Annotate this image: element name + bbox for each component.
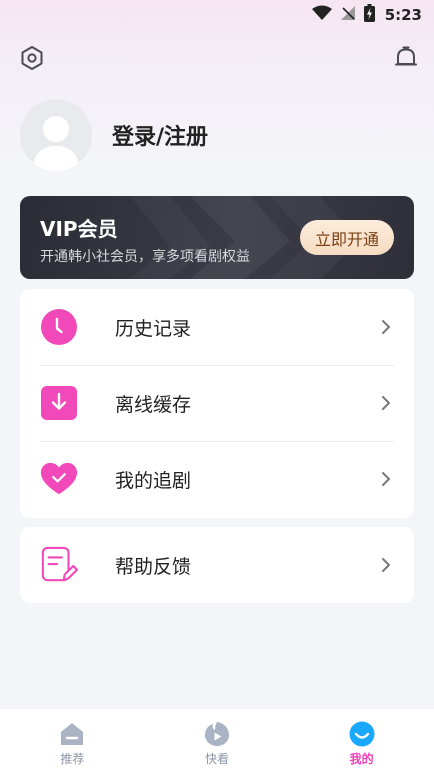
tab-mine[interactable]: 我的: [289, 709, 434, 773]
chevron-right-icon: [382, 396, 390, 410]
menu-item-label: 离线缓存: [115, 393, 192, 416]
tab-label: 快看: [205, 752, 230, 766]
bottom-tab-bar: 推荐 快看 我的: [0, 709, 434, 773]
vip-description: 开通韩小社会员，享多项看剧权益: [40, 249, 250, 265]
feedback-icon: [40, 546, 78, 584]
heart-icon: [40, 460, 78, 498]
vip-banner[interactable]: VIP会员 开通韩小社会员，享多项看剧权益 立即开通: [20, 196, 414, 279]
default-avatar-icon: [32, 116, 80, 171]
menu-item-history[interactable]: 历史记录: [20, 289, 414, 365]
avatar[interactable]: [20, 99, 92, 171]
play-icon: [204, 721, 230, 747]
chevron-right-icon: [382, 320, 390, 334]
clock-time: 5:23: [384, 6, 422, 24]
home-icon: [59, 721, 85, 747]
status-bar: 5:23: [0, 0, 434, 30]
menu-item-help-feedback[interactable]: 帮助反馈: [20, 527, 414, 603]
menu-item-label: 我的追剧: [115, 469, 192, 492]
profile-header[interactable]: 登录/注册: [20, 98, 208, 172]
menu-card: 历史记录 离线缓存 我的追剧: [20, 289, 414, 518]
notification-button[interactable]: [392, 46, 420, 74]
login-register-link[interactable]: 登录/注册: [112, 119, 208, 151]
vip-open-button[interactable]: 立即开通: [299, 220, 394, 255]
bell-icon: [393, 45, 419, 75]
clock-icon: [40, 308, 78, 346]
tab-label: 我的: [349, 752, 374, 766]
settings-hexagon-icon: [19, 45, 45, 75]
signal-off-icon: [340, 5, 356, 25]
tab-quick-watch[interactable]: 快看: [145, 709, 290, 773]
tab-recommend[interactable]: 推荐: [0, 709, 145, 773]
wifi-icon: [311, 5, 332, 25]
menu-item-offline-cache[interactable]: 离线缓存: [20, 365, 414, 441]
download-icon: [40, 384, 78, 422]
menu-item-my-follow[interactable]: 我的追剧: [20, 441, 414, 517]
menu-item-label: 历史记录: [115, 317, 192, 340]
settings-button[interactable]: [18, 46, 46, 74]
battery-icon: [363, 4, 375, 26]
vip-title: VIP会员: [40, 217, 118, 241]
top-actions: [18, 46, 420, 76]
profile-smile-icon: [349, 721, 375, 747]
chevron-right-icon: [382, 558, 390, 572]
tab-label: 推荐: [60, 752, 85, 766]
help-card: 帮助反馈: [20, 527, 414, 603]
chevron-right-icon: [382, 472, 390, 486]
menu-item-label: 帮助反馈: [115, 555, 192, 578]
